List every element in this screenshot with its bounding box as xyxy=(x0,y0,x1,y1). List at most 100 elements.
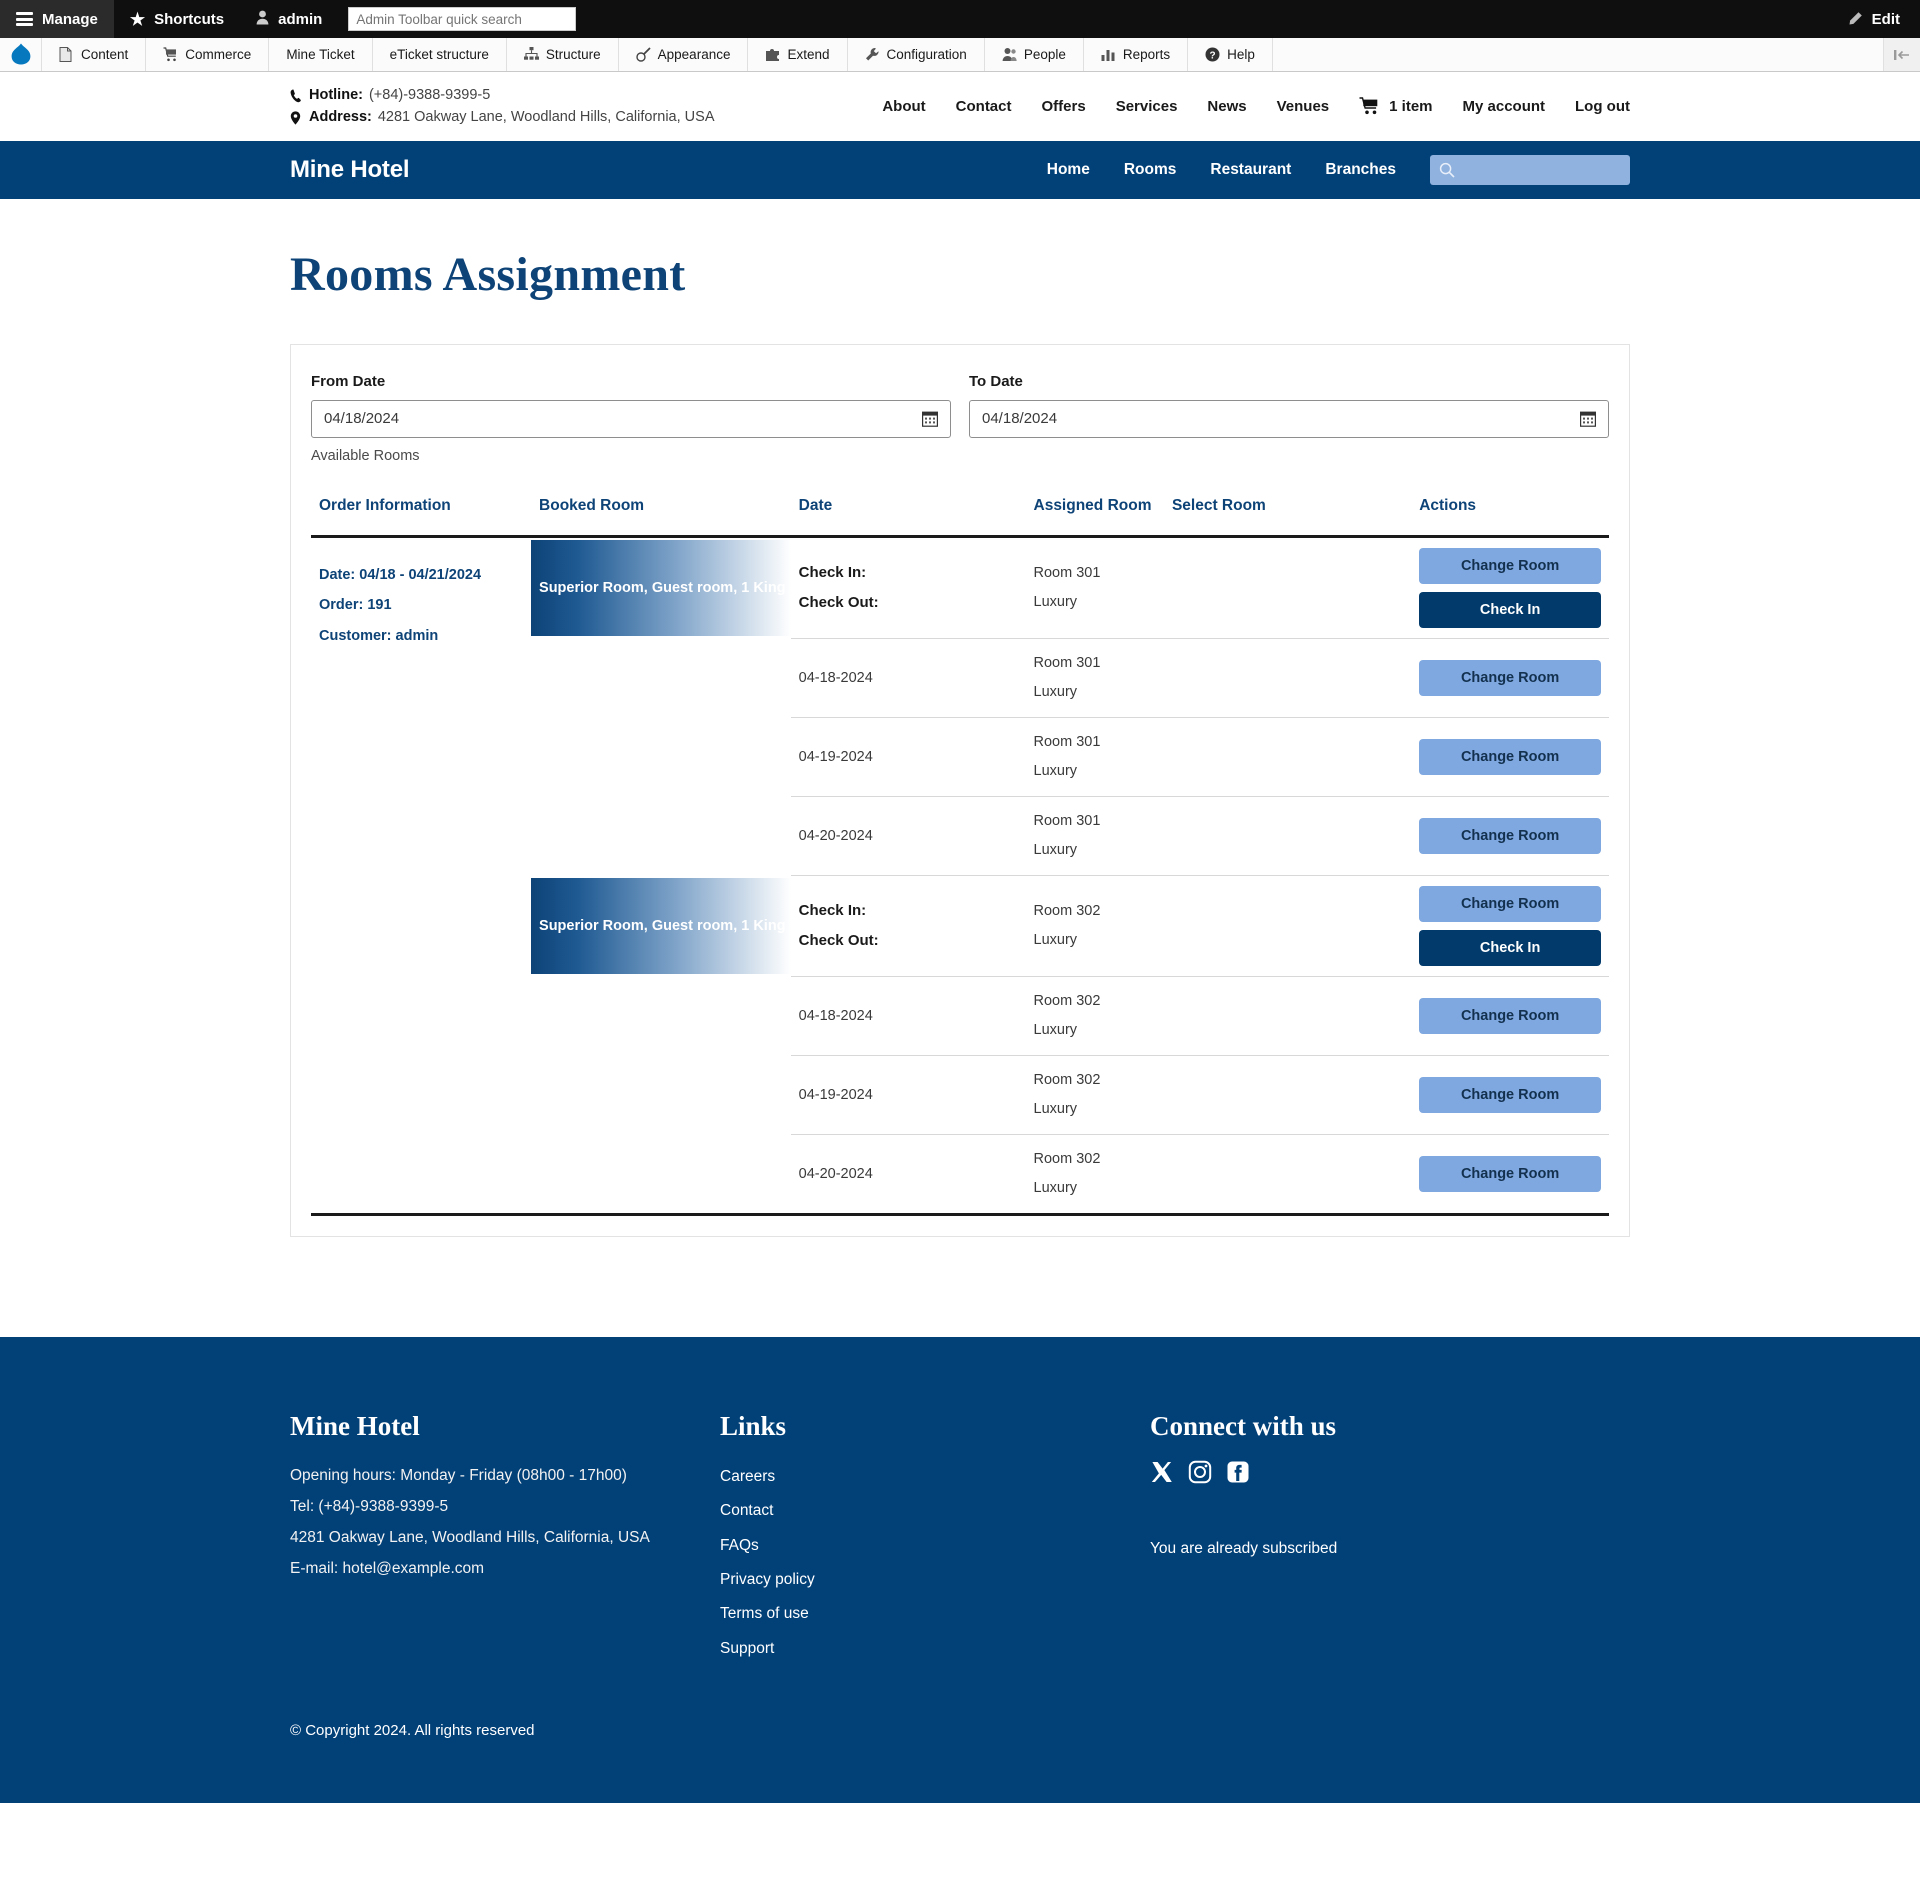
th-select-room: Select Room xyxy=(1164,496,1411,536)
admin-search-input[interactable] xyxy=(348,7,576,31)
toolbar-collapse-button[interactable] xyxy=(1884,38,1920,71)
nav-branches[interactable]: Branches xyxy=(1325,161,1396,179)
drupal-logo-icon[interactable] xyxy=(0,38,42,71)
my-account-link[interactable]: My account xyxy=(1463,98,1546,115)
change-room-button[interactable]: Change Room xyxy=(1419,886,1601,922)
admin-manage-button[interactable]: Manage xyxy=(0,0,114,38)
top-nav-venues[interactable]: Venues xyxy=(1277,98,1330,115)
date-cell: 04-18-2024 xyxy=(791,976,1026,1055)
booked-room-cell xyxy=(531,1055,791,1134)
nav-rooms[interactable]: Rooms xyxy=(1124,161,1177,179)
order-information-cell: Date: 04/18 - 04/21/2024 Order: 191 Cust… xyxy=(311,536,531,875)
admin-menu-item-configuration[interactable]: Configuration xyxy=(848,38,985,71)
actions-cell: Change Room xyxy=(1411,976,1609,1055)
admin-menu-item-commerce[interactable]: Commerce xyxy=(146,38,269,71)
actions-cell: Change Room Check In xyxy=(1411,875,1609,976)
admin-menu-item-appearance[interactable]: Appearance xyxy=(619,38,749,71)
change-room-button[interactable]: Change Room xyxy=(1419,739,1601,775)
admin-user-button[interactable]: admin xyxy=(240,0,338,38)
select-room-cell[interactable] xyxy=(1164,1134,1411,1214)
rooms-assignment-panel: From Date Available Rooms To Date xyxy=(290,344,1630,1237)
top-nav-news[interactable]: News xyxy=(1207,98,1246,115)
select-room-cell[interactable] xyxy=(1164,976,1411,1055)
from-date-input-wrapper[interactable] xyxy=(311,400,951,438)
date-cell: 04-19-2024 xyxy=(791,1055,1026,1134)
assigned-room-number: Room 301 xyxy=(1034,649,1156,678)
select-room-cell[interactable] xyxy=(1164,796,1411,875)
select-room-cell[interactable] xyxy=(1164,536,1411,638)
admin-menu-label: Content xyxy=(81,47,128,62)
top-nav-offers[interactable]: Offers xyxy=(1042,98,1086,115)
change-room-button[interactable]: Change Room xyxy=(1419,998,1601,1034)
admin-menu-label: Structure xyxy=(546,47,601,62)
top-nav-services[interactable]: Services xyxy=(1116,98,1178,115)
address-label: Address: xyxy=(309,106,372,128)
change-room-button[interactable]: Change Room xyxy=(1419,1077,1601,1113)
change-room-button[interactable]: Change Room xyxy=(1419,818,1601,854)
select-room-cell[interactable] xyxy=(1164,1055,1411,1134)
from-date-input[interactable] xyxy=(324,410,922,427)
instagram-icon[interactable] xyxy=(1188,1460,1212,1484)
table-row: Superior Room, Guest room, 1 King Check … xyxy=(311,875,1609,976)
footer-connect-column: Connect with us You are already subscrib… xyxy=(1150,1411,1570,1666)
x-icon[interactable] xyxy=(1150,1460,1174,1484)
contact-info: Hotline: (+84)-9388-9399-5 Address: 4281… xyxy=(290,84,715,129)
admin-menu-item-structure[interactable]: Structure xyxy=(507,38,619,71)
header-search-input[interactable] xyxy=(1455,155,1621,185)
admin-menu-item-help[interactable]: ? Help xyxy=(1188,38,1273,71)
select-room-cell[interactable] xyxy=(1164,638,1411,717)
calendar-icon[interactable] xyxy=(1580,410,1596,427)
footer-address: 4281 Oakway Lane, Woodland Hills, Califo… xyxy=(290,1522,720,1553)
assigned-room-type: Luxury xyxy=(1034,588,1156,617)
check-in-button[interactable]: Check In xyxy=(1419,592,1601,628)
admin-menu-item-content[interactable]: Content xyxy=(42,38,146,71)
subscribe-status: You are already subscribed xyxy=(1150,1540,1570,1558)
assigned-room-number: Room 302 xyxy=(1034,1066,1156,1095)
change-room-button[interactable]: Change Room xyxy=(1419,660,1601,696)
change-room-button[interactable]: Change Room xyxy=(1419,1156,1601,1192)
check-in-button[interactable]: Check In xyxy=(1419,930,1601,966)
footer-link-support[interactable]: Support xyxy=(720,1632,1150,1666)
change-room-button[interactable]: Change Room xyxy=(1419,548,1601,584)
footer-link-contact[interactable]: Contact xyxy=(720,1494,1150,1528)
header-search-box[interactable] xyxy=(1430,155,1630,185)
address-value: 4281 Oakway Lane, Woodland Hills, Califo… xyxy=(378,106,715,128)
booked-room-banner: Superior Room, Guest room, 1 King xyxy=(531,540,791,636)
footer-link-terms-of-use[interactable]: Terms of use xyxy=(720,1597,1150,1631)
admin-edit-button[interactable]: Edit xyxy=(1827,0,1920,38)
admin-menu-item-eticket-structure[interactable]: eTicket structure xyxy=(373,38,507,71)
puzzle-icon xyxy=(765,47,780,62)
people-icon xyxy=(1002,47,1017,62)
top-nav-about[interactable]: About xyxy=(882,98,925,115)
pencil-icon xyxy=(1847,11,1863,27)
nav-home[interactable]: Home xyxy=(1047,161,1090,179)
footer-link-careers[interactable]: Careers xyxy=(720,1460,1150,1494)
logout-link[interactable]: Log out xyxy=(1575,98,1630,115)
assigned-room-number: Room 302 xyxy=(1034,1145,1156,1174)
booked-room-cell: Superior Room, Guest room, 1 King xyxy=(531,536,791,638)
calendar-icon[interactable] xyxy=(922,410,938,427)
cart-link[interactable]: 1 item xyxy=(1359,97,1432,115)
select-room-cell[interactable] xyxy=(1164,875,1411,976)
shopping-cart-icon xyxy=(1359,97,1380,115)
star-icon: ★ xyxy=(130,11,145,28)
admin-menu-item-extend[interactable]: Extend xyxy=(748,38,847,71)
admin-shortcuts-button[interactable]: ★ Shortcuts xyxy=(114,0,240,38)
admin-menu-item-mine-ticket[interactable]: Mine Ticket xyxy=(269,38,372,71)
top-nav-contact[interactable]: Contact xyxy=(956,98,1012,115)
date-filter-row: From Date Available Rooms To Date xyxy=(311,373,1609,464)
to-date-input-wrapper[interactable] xyxy=(969,400,1609,438)
check-in-label: Check In: xyxy=(799,896,1018,926)
admin-menu-item-reports[interactable]: Reports xyxy=(1084,38,1188,71)
admin-menu-item-people[interactable]: People xyxy=(985,38,1084,71)
social-links xyxy=(1150,1460,1570,1484)
facebook-icon[interactable] xyxy=(1226,1460,1250,1484)
footer-link-faqs[interactable]: FAQs xyxy=(720,1529,1150,1563)
admin-menu-label: Mine Ticket xyxy=(286,47,354,62)
site-brand[interactable]: Mine Hotel xyxy=(290,156,409,184)
nav-restaurant[interactable]: Restaurant xyxy=(1210,161,1291,179)
document-icon xyxy=(59,47,74,62)
select-room-cell[interactable] xyxy=(1164,717,1411,796)
footer-link-privacy-policy[interactable]: Privacy policy xyxy=(720,1563,1150,1597)
to-date-input[interactable] xyxy=(982,410,1580,427)
